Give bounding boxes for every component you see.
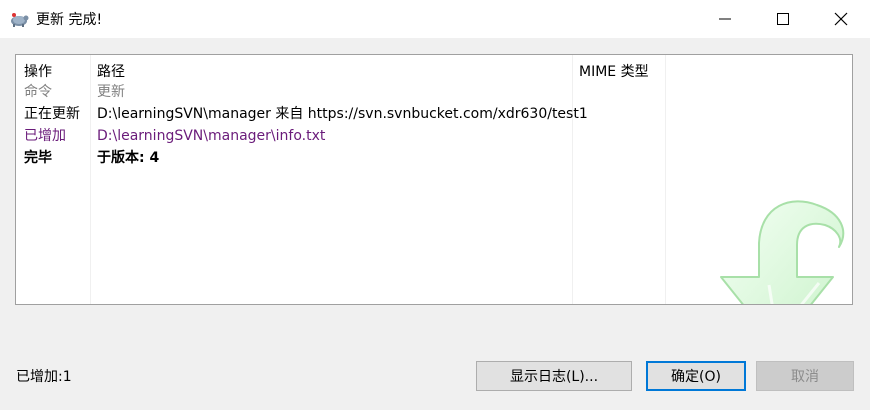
window-title: 更新 完成! [36,12,103,28]
row-action: 已增加 [24,128,66,144]
column-header-mime-type[interactable]: MIME 类型 [579,61,649,81]
list-row-added[interactable]: 已增加 D:\learningSVN\manager\info.txt [16,125,852,147]
row-action: 正在更新 [24,106,80,122]
row-path: D:\learningSVN\manager\info.txt [97,128,326,144]
maximize-icon [777,13,789,25]
title-bar: 更新 完成! [0,0,870,38]
row-path: 更新 [97,84,125,100]
column-header-path[interactable]: 路径 [97,61,125,81]
minimize-icon [719,18,731,20]
update-results-list[interactable]: 操作 路径 MIME 类型 命令 更新 正在更新 D:\learningSVN\… [15,54,853,305]
green-update-arrow-icon [720,200,845,304]
list-row-updating[interactable]: 正在更新 D:\learningSVN\manager 来自 https://s… [16,103,852,125]
row-action: 命令 [24,84,52,100]
close-icon [834,12,848,26]
tortoise-app-icon [11,13,29,27]
list-row-completed[interactable]: 完毕 于版本: 4 [16,147,852,169]
ok-button[interactable]: 确定(O) [646,361,746,391]
column-header-action[interactable]: 操作 [24,61,52,81]
show-log-button[interactable]: 显示日志(L)... [476,361,632,391]
row-path: D:\learningSVN\manager 来自 https://svn.sv… [97,106,588,122]
row-path: 于版本: 4 [97,150,160,166]
status-summary: 已增加:1 [16,369,72,385]
row-action: 完毕 [24,150,52,166]
list-row-command[interactable]: 命令 更新 [16,81,852,103]
close-button[interactable] [812,0,870,38]
maximize-button[interactable] [754,0,812,38]
cancel-button[interactable]: 取消 [756,361,854,391]
minimize-button[interactable] [696,0,754,38]
